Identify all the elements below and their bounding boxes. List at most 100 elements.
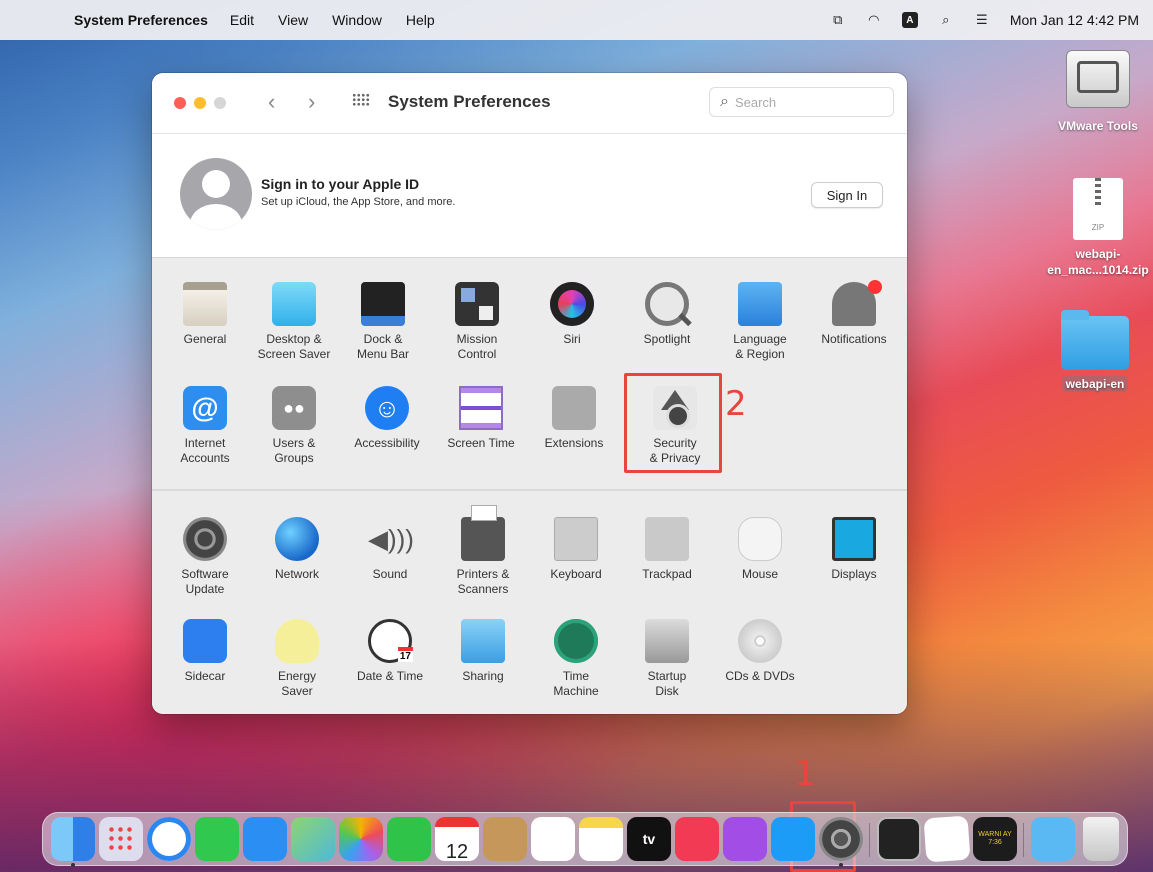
minimize-button[interactable] bbox=[194, 97, 206, 109]
apple-tv-icon[interactable]: tv bbox=[627, 817, 671, 861]
sidecar-icon bbox=[183, 619, 227, 663]
messages-icon[interactable] bbox=[195, 817, 239, 861]
back-chevron-icon[interactable]: ‹ bbox=[268, 89, 275, 115]
bell-icon bbox=[832, 280, 882, 326]
pref-label: Spotlight bbox=[643, 332, 691, 346]
pref-general[interactable]: General bbox=[160, 282, 250, 347]
dock: 12 tv WARNI AY 7:36 bbox=[42, 812, 1128, 867]
menu-help[interactable]: Help bbox=[406, 12, 435, 28]
pref-extensions[interactable]: Extensions bbox=[529, 386, 619, 451]
pref-accessibility[interactable]: ☺ Accessibility bbox=[342, 386, 432, 451]
apple-id-subtitle: Set up iCloud, the App Store, and more. bbox=[261, 196, 456, 208]
downloads-folder-icon[interactable] bbox=[1031, 817, 1075, 861]
folder-icon bbox=[1061, 310, 1129, 370]
general-icon bbox=[183, 282, 227, 326]
forward-chevron-icon[interactable]: › bbox=[308, 89, 315, 115]
close-button[interactable] bbox=[174, 97, 186, 109]
input-source-icon[interactable]: A bbox=[901, 12, 918, 28]
annotation-step-2: 2 bbox=[725, 384, 747, 424]
prefs-section-personal: General Desktop & Screen Saver Dock & Me… bbox=[152, 257, 907, 489]
pref-sharing[interactable]: Sharing bbox=[438, 619, 528, 684]
pref-energy-saver[interactable]: Energy Saver bbox=[252, 619, 342, 699]
console-icon[interactable]: WARNI AY 7:36 bbox=[973, 817, 1017, 861]
system-preferences-icon[interactable] bbox=[819, 817, 863, 861]
facetime-icon[interactable] bbox=[387, 817, 431, 861]
notes-icon[interactable] bbox=[579, 817, 623, 861]
desktop-icon bbox=[272, 282, 316, 326]
desktop-item-folder[interactable]: webapi-en bbox=[1040, 310, 1150, 392]
pref-displays[interactable]: Displays bbox=[809, 517, 899, 582]
pref-network[interactable]: Network bbox=[252, 517, 342, 582]
pref-language-region[interactable]: Language & Region bbox=[715, 282, 805, 362]
hourglass-icon bbox=[459, 386, 503, 430]
pref-users-groups[interactable]: ●● Users & Groups bbox=[249, 386, 339, 466]
pref-startup-disk[interactable]: Startup Disk bbox=[622, 619, 712, 699]
pref-label: General bbox=[183, 332, 227, 346]
pref-software-update[interactable]: Software Update bbox=[160, 517, 250, 597]
search-field[interactable]: ⌕ Search bbox=[709, 87, 894, 117]
puzzle-icon bbox=[552, 386, 596, 430]
safari-icon[interactable] bbox=[147, 817, 191, 861]
menu-app-name[interactable]: System Preferences bbox=[74, 12, 208, 28]
screen-mirroring-icon[interactable]: ⧉ bbox=[830, 12, 846, 28]
pref-date-time[interactable]: Date & Time bbox=[345, 619, 435, 684]
pref-dock[interactable]: Dock & Menu Bar bbox=[338, 282, 428, 362]
pref-siri[interactable]: Siri bbox=[527, 282, 617, 347]
textedit-icon[interactable] bbox=[923, 815, 971, 863]
pref-sound[interactable]: ◀))) Sound bbox=[345, 517, 435, 582]
pref-label: Accounts bbox=[180, 451, 230, 465]
pref-screen-time[interactable]: Screen Time bbox=[436, 386, 526, 451]
zip-file-icon: ZIP bbox=[1073, 178, 1123, 240]
spotlight-search-icon[interactable]: ⌕ bbox=[938, 12, 954, 28]
desktop-item-vmware-tools[interactable]: VMware Tools bbox=[1043, 50, 1153, 134]
pref-notifications[interactable]: Notifications bbox=[809, 280, 899, 347]
pref-time-machine[interactable]: Time Machine bbox=[531, 619, 621, 699]
pref-keyboard[interactable]: Keyboard bbox=[531, 517, 621, 582]
launchpad-icon[interactable] bbox=[99, 817, 143, 861]
menu-view[interactable]: View bbox=[278, 12, 308, 28]
pref-trackpad[interactable]: Trackpad bbox=[622, 517, 712, 582]
podcasts-icon[interactable] bbox=[723, 817, 767, 861]
menu-clock[interactable]: Mon Jan 12 4:42 PM bbox=[1010, 12, 1139, 28]
control-center-icon[interactable]: ☰ bbox=[974, 12, 990, 28]
music-icon[interactable] bbox=[675, 817, 719, 861]
sign-in-button[interactable]: Sign In bbox=[811, 182, 883, 208]
contacts-icon[interactable] bbox=[483, 817, 527, 861]
pref-mission-control[interactable]: Mission Control bbox=[432, 282, 522, 362]
pref-spotlight[interactable]: Spotlight bbox=[622, 282, 712, 347]
maps-icon[interactable] bbox=[291, 817, 335, 861]
desktop-item-zip[interactable]: ZIP webapi- en_mac...1014.zip bbox=[1043, 178, 1153, 278]
pref-desktop[interactable]: Desktop & Screen Saver bbox=[249, 282, 339, 362]
clock-calendar-icon bbox=[368, 619, 413, 663]
pref-label: Printers & bbox=[456, 567, 510, 581]
pref-sidecar[interactable]: Sidecar bbox=[160, 619, 250, 684]
globe-flag-icon bbox=[738, 282, 782, 326]
zoom-button[interactable] bbox=[214, 97, 226, 109]
menu-edit[interactable]: Edit bbox=[230, 12, 254, 28]
show-all-grid-icon[interactable] bbox=[352, 93, 370, 107]
gear-icon bbox=[183, 517, 227, 561]
finder-icon[interactable] bbox=[51, 817, 95, 861]
menu-window[interactable]: Window bbox=[332, 12, 382, 28]
app-store-icon[interactable] bbox=[771, 817, 815, 861]
window-toolbar: ‹ › System Preferences ⌕ Search bbox=[152, 73, 907, 133]
mail-icon[interactable] bbox=[243, 817, 287, 861]
menu-bar: System Preferences Edit View Window Help… bbox=[0, 0, 1153, 40]
wifi-icon[interactable]: ◠ bbox=[866, 12, 882, 28]
pref-mouse[interactable]: Mouse bbox=[715, 517, 805, 582]
reminders-icon[interactable] bbox=[531, 817, 575, 861]
zip-badge: ZIP bbox=[1091, 223, 1105, 232]
terminal-icon[interactable] bbox=[877, 817, 921, 861]
pref-label: Update bbox=[185, 582, 225, 596]
trackpad-icon bbox=[645, 517, 689, 561]
photos-icon[interactable] bbox=[339, 817, 383, 861]
calendar-icon[interactable]: 12 bbox=[435, 817, 479, 863]
pref-internet-accounts[interactable]: @ Internet Accounts bbox=[160, 386, 250, 466]
trash-icon[interactable] bbox=[1083, 817, 1119, 861]
display-icon bbox=[832, 517, 876, 561]
pref-printers-scanners[interactable]: Printers & Scanners bbox=[438, 505, 528, 597]
desktop-item-label: en_mac...1014.zip bbox=[1047, 263, 1149, 277]
pref-cds-dvds[interactable]: CDs & DVDs bbox=[715, 619, 805, 684]
avatar[interactable] bbox=[180, 158, 252, 230]
mission-control-icon bbox=[455, 282, 499, 326]
